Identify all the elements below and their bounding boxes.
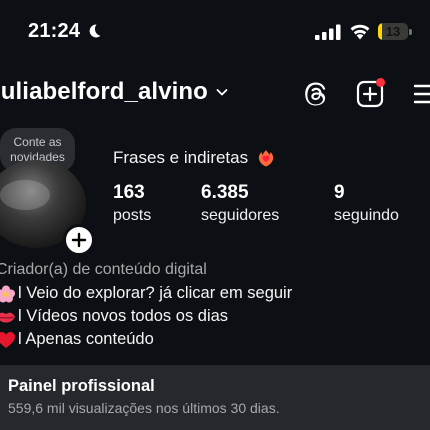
cellular-signal-icon [315,24,341,40]
account-switcher[interactable]: juliabelford_alvino [0,78,228,106]
profile-category: Criador(a) de conteúdo digital [0,261,207,278]
bio-line-1: l Veio do explorar? já clicar em seguir [0,284,292,303]
wifi-icon [350,24,370,40]
bio-line-2: l Vídeos novos todos os dias [0,307,228,326]
profile-screen: 21:24 13 juliabelford_alvino Conte as no… [0,0,430,430]
battery-level: 13 [385,24,401,39]
bio-line-3-text: l Apenas conteúdo [18,330,154,348]
status-bar: 21:24 13 [0,0,430,64]
avatar-photo [0,180,50,210]
profile-stats: 163 posts 6.385 seguidores 9 seguindo [113,182,413,232]
plus-icon [71,232,87,248]
professional-dashboard-title: Painel profissional [8,377,155,395]
battery-body: 13 [378,23,408,40]
add-story-button[interactable] [63,224,95,256]
following-count: 9 [334,182,345,203]
posts-label: posts [113,207,152,224]
bio-line-1-text: l Veio do explorar? já clicar em seguir [18,284,293,302]
posts-count: 163 [113,182,145,203]
stat-followers[interactable]: 6.385 seguidores [201,182,279,225]
followers-label: seguidores [201,207,280,224]
heart-on-fire-icon [258,150,274,167]
menu-icon[interactable] [412,82,430,106]
battery-tip [409,29,412,35]
stat-posts[interactable]: 163 posts [113,182,151,225]
battery-icon: 13 [378,23,412,41]
chevron-down-icon [216,89,228,96]
followers-count: 6.385 [201,182,249,203]
username: juliabelford_alvino [0,78,208,105]
bio-line-3: l Apenas conteúdo [0,330,154,349]
threads-icon[interactable] [302,80,330,108]
note-text-line1: Conte as [13,135,62,149]
notification-dot [376,78,385,87]
profile-header: juliabelford_alvino [0,70,430,120]
profile-name: Frases e indiretas [113,148,276,168]
lips-icon [0,312,15,322]
heart-icon [0,331,15,348]
stat-following[interactable]: 9 seguindo [334,182,399,225]
moon-icon [89,24,101,38]
status-time: 21:24 [28,20,81,42]
flower-icon [0,285,15,302]
bio-line-2-text: l Vídeos novos todos os dias [18,307,229,325]
professional-dashboard[interactable]: Painel profissional 559,6 mil visualizaç… [0,365,430,430]
following-label: seguindo [334,207,399,224]
professional-dashboard-subtitle: 559,6 mil visualizações nos últimos 30 d… [8,400,280,416]
profile-name-text: Frases e indiretas [113,148,249,167]
